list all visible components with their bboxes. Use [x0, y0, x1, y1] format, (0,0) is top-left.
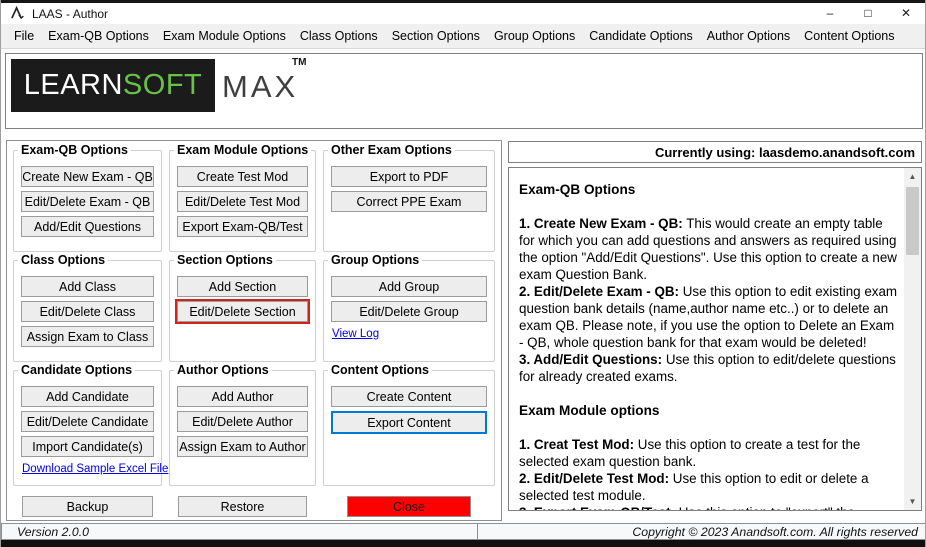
help-text: Exam-QB Options 1. Create New Exam - QB:…	[509, 168, 904, 510]
titlebar: LAAS - Author – □ ✕	[1, 3, 925, 24]
edit-delete-group-button[interactable]: Edit/Delete Group	[331, 301, 487, 322]
create-new-exam-qb-button[interactable]: Create New Exam - QB	[21, 166, 154, 187]
close-window-button[interactable]: ✕	[887, 3, 925, 24]
taskbar-edge-strip	[1, 540, 925, 547]
statusbar: Version 2.0.0 Copyright © 2023 Anandsoft…	[1, 523, 925, 540]
group-class-options: Class Options Add Class Edit/Delete Clas…	[13, 253, 162, 362]
group-title-author: Author Options	[174, 363, 272, 377]
app-icon	[10, 6, 25, 21]
restore-cell: Restore	[169, 494, 316, 519]
help-panel: Exam-QB Options 1. Create New Exam - QB:…	[508, 167, 922, 511]
trademark-symbol: TM	[292, 57, 307, 68]
menu-exam-module-options[interactable]: Exam Module Options	[156, 29, 293, 43]
window-title: LAAS - Author	[32, 6, 109, 21]
menubar: File Exam-QB Options Exam Module Options…	[1, 24, 925, 49]
group-content-options: Content Options Create Content Export Co…	[323, 363, 495, 486]
currently-using-banner: Currently using: laasdemo.anandsoft.com	[508, 141, 922, 163]
group-other-exam-options: Other Exam Options Export to PDF Correct…	[323, 143, 495, 252]
help-heading-exam-module: Exam Module options	[519, 403, 660, 418]
copyright-label: Copyright © 2023 Anandsoft.com. All righ…	[478, 523, 925, 540]
create-test-mod-button[interactable]: Create Test Mod	[177, 166, 308, 187]
menu-candidate-options[interactable]: Candidate Options	[582, 29, 700, 43]
correct-ppe-exam-button[interactable]: Correct PPE Exam	[331, 191, 487, 212]
group-title-candidate: Candidate Options	[18, 363, 136, 377]
help-heading-exam-qb: Exam-QB Options	[519, 182, 636, 197]
help-item: 3. Export Exam-QB/Test: Use this option …	[519, 504, 898, 510]
edit-delete-class-button[interactable]: Edit/Delete Class	[21, 301, 154, 322]
export-content-button[interactable]: Export Content	[331, 411, 487, 434]
group-group-options: Group Options Add Group Edit/Delete Grou…	[323, 253, 495, 362]
group-section-options: Section Options Add Section Edit/Delete …	[169, 253, 316, 362]
view-log-link[interactable]: View Log	[332, 328, 379, 340]
restore-button[interactable]: Restore	[178, 496, 307, 517]
group-title-group: Group Options	[328, 253, 423, 267]
add-candidate-button[interactable]: Add Candidate	[21, 386, 154, 407]
group-title-section: Section Options	[174, 253, 276, 267]
download-sample-excel-link[interactable]: Download Sample Excel File	[22, 463, 168, 475]
menu-exam-qb-options[interactable]: Exam-QB Options	[41, 29, 156, 43]
options-panel: Exam-QB Options Create New Exam - QB Edi…	[6, 140, 502, 521]
assign-exam-to-class-button[interactable]: Assign Exam to Class	[21, 326, 154, 347]
scroll-up-icon[interactable]: ▲	[909, 168, 917, 185]
export-exam-qb-test-button[interactable]: Export Exam-QB/Test	[177, 216, 308, 237]
logo-black-badge: LEARN SOFT	[11, 59, 215, 112]
close-cell: Close	[323, 494, 495, 519]
menu-class-options[interactable]: Class Options	[293, 29, 385, 43]
add-edit-questions-button[interactable]: Add/Edit Questions	[21, 216, 154, 237]
edit-delete-author-button[interactable]: Edit/Delete Author	[177, 411, 308, 432]
export-to-pdf-button[interactable]: Export to PDF	[331, 166, 487, 187]
scrollbar[interactable]: ▲ ▼	[904, 168, 921, 510]
group-exam-module-options: Exam Module Options Create Test Mod Edit…	[169, 143, 316, 252]
menu-file[interactable]: File	[7, 29, 41, 43]
add-class-button[interactable]: Add Class	[21, 276, 154, 297]
window-controls: – □ ✕	[811, 3, 925, 24]
scrollbar-thumb[interactable]	[906, 187, 919, 255]
logo-learn-text: LEARN	[23, 69, 123, 101]
help-item: 1. Create New Exam - QB: This would crea…	[519, 216, 897, 282]
help-item: 2. Edit/Delete Test Mod: Use this option…	[519, 471, 869, 503]
options-grid: Exam-QB Options Create New Exam - QB Edi…	[13, 143, 495, 519]
menu-author-options[interactable]: Author Options	[700, 29, 797, 43]
group-title-class: Class Options	[18, 253, 109, 267]
edit-delete-exam-qb-button[interactable]: Edit/Delete Exam - QB	[21, 191, 154, 212]
edit-delete-section-button[interactable]: Edit/Delete Section	[175, 299, 310, 324]
add-author-button[interactable]: Add Author	[177, 386, 308, 407]
assign-exam-to-author-button[interactable]: Assign Exam to Author	[177, 436, 308, 457]
learnsoft-max-logo: LEARN SOFT MAX TM	[5, 53, 923, 129]
backup-cell: Backup	[13, 494, 162, 519]
group-title-exam-module: Exam Module Options	[174, 143, 312, 157]
minimize-button[interactable]: –	[811, 3, 849, 24]
logo-max-text: MAX	[222, 69, 299, 104]
import-candidates-button[interactable]: Import Candidate(s)	[21, 436, 154, 457]
maximize-button[interactable]: □	[849, 3, 887, 24]
menu-content-options[interactable]: Content Options	[797, 29, 901, 43]
edit-delete-test-mod-button[interactable]: Edit/Delete Test Mod	[177, 191, 308, 212]
backup-button[interactable]: Backup	[22, 496, 153, 517]
group-candidate-options: Candidate Options Add Candidate Edit/Del…	[13, 363, 168, 486]
logo-soft-text: SOFT	[122, 69, 203, 101]
add-group-button[interactable]: Add Group	[331, 276, 487, 297]
scroll-down-icon[interactable]: ▼	[909, 493, 917, 510]
app-window: LAAS - Author – □ ✕ File Exam-QB Options…	[0, 0, 926, 547]
help-item: 1. Creat Test Mod: Use this option to cr…	[519, 437, 861, 469]
help-item: 3. Add/Edit Questions: Use this option t…	[519, 352, 896, 384]
version-label: Version 2.0.0	[1, 523, 478, 540]
group-title-other-exam: Other Exam Options	[328, 143, 455, 157]
group-exam-qb-options: Exam-QB Options Create New Exam - QB Edi…	[13, 143, 162, 252]
menu-group-options[interactable]: Group Options	[487, 29, 582, 43]
add-section-button[interactable]: Add Section	[177, 276, 308, 297]
menu-section-options[interactable]: Section Options	[385, 29, 487, 43]
edit-delete-candidate-button[interactable]: Edit/Delete Candidate	[21, 411, 154, 432]
group-author-options: Author Options Add Author Edit/Delete Au…	[169, 363, 316, 486]
help-item: 2. Edit/Delete Exam - QB: Use this optio…	[519, 284, 898, 350]
group-title-exam-qb: Exam-QB Options	[18, 143, 131, 157]
group-title-content: Content Options	[328, 363, 432, 377]
close-button[interactable]: Close	[347, 496, 471, 517]
create-content-button[interactable]: Create Content	[331, 386, 487, 407]
